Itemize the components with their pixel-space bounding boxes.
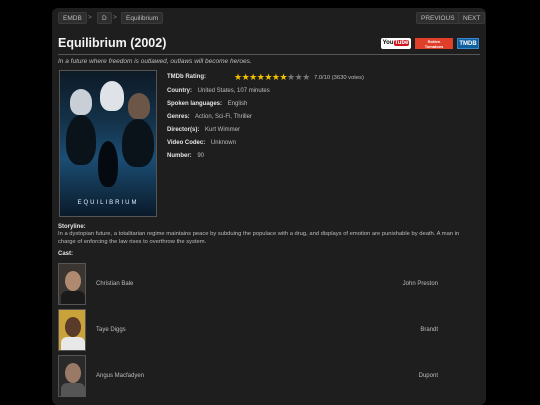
breadcrumb-current[interactable]: Equilibrium [121, 12, 164, 24]
star-empty-icon: ★ [302, 72, 310, 82]
actor-photo[interactable] [58, 355, 86, 397]
directors-value: Kurt Wimmer [205, 127, 241, 133]
number-label: Number: [167, 153, 192, 159]
actor-name[interactable]: Taye Diggs [96, 327, 126, 333]
number-value: 90 [197, 153, 205, 159]
cast-row[interactable]: Taye Diggs Brandt [58, 309, 480, 353]
genres-label: Genres: [167, 114, 190, 120]
genres-row: Genres: Action, Sci-Fi, Thriller [167, 112, 252, 122]
breadcrumb-root[interactable]: EMDB [58, 12, 87, 24]
cast-row[interactable]: Christian Bale John Preston [58, 263, 480, 307]
languages-label: Spoken languages: [167, 101, 223, 107]
languages-value: English [227, 101, 248, 107]
breadcrumb-separator: > [113, 14, 117, 21]
rating-row: TMDb Rating: [167, 72, 210, 82]
country-row: Country: United States, 107 minutes [167, 86, 270, 96]
storyline-heading: Storyline: [58, 224, 86, 230]
languages-row: Spoken languages: English [167, 99, 247, 109]
storyline-text: In a dystopian future, a totalitarian re… [58, 231, 460, 245]
star-rating: ★★★★★★★★★★ [234, 72, 310, 82]
page-title: Equilibrium (2002) [58, 36, 167, 50]
breadcrumb-bar: EMDB > D > Equilibrium PREVIOUS NEXT [58, 12, 486, 26]
actor-name[interactable]: Christian Bale [96, 281, 133, 287]
breadcrumb-letter[interactable]: D [97, 12, 112, 24]
directors-row: Director(s): Kurt Wimmer [167, 125, 240, 135]
actor-photo[interactable] [58, 309, 86, 351]
country-value: United States, 107 minutes [197, 88, 270, 94]
codec-label: Video Codec: [167, 140, 206, 146]
codec-value: Unknown [210, 140, 236, 146]
rating-value: 7.0/10 (3630 votes) [314, 75, 364, 81]
star-empty-icon: ★ [287, 72, 295, 82]
cast-row[interactable]: Angus Macfadyen Dupont [58, 355, 480, 399]
rotten-tomatoes-link[interactable]: Rotten Tomatoes [415, 38, 453, 49]
directors-label: Director(s): [167, 127, 200, 133]
rating-label: TMDb Rating: [167, 74, 206, 80]
character-name: Brandt [420, 327, 438, 333]
previous-button[interactable]: PREVIOUS [416, 12, 460, 24]
next-button[interactable]: NEXT [458, 12, 486, 24]
tmdb-link[interactable]: TMDB [457, 38, 479, 49]
cast-heading: Cast: [58, 251, 74, 257]
movie-poster: EQUILIBRIUM [59, 70, 157, 217]
star-filled-icon: ★ [264, 72, 272, 82]
star-filled-icon: ★ [279, 72, 288, 82]
title-divider [58, 54, 480, 55]
country-label: Country: [167, 88, 192, 94]
actor-name[interactable]: Angus Macfadyen [96, 373, 144, 379]
codec-row: Video Codec: Unknown [167, 138, 236, 148]
youtube-link[interactable]: YouTube [381, 38, 411, 49]
genres-value: Action, Sci-Fi, Thriller [195, 114, 252, 120]
movie-detail-panel: EMDB > D > Equilibrium PREVIOUS NEXT Equ… [52, 8, 486, 405]
character-name: John Preston [402, 281, 438, 287]
poster-title: EQUILIBRIUM [77, 200, 139, 206]
star-filled-icon: ★ [249, 72, 257, 82]
breadcrumb-separator: > [88, 14, 92, 21]
character-name: Dupont [418, 373, 438, 379]
tagline: In a future where freedom is outlawed, o… [58, 58, 252, 65]
actor-photo[interactable] [58, 263, 86, 305]
number-row: Number: 90 [167, 151, 204, 161]
star-filled-icon: ★ [234, 72, 242, 82]
